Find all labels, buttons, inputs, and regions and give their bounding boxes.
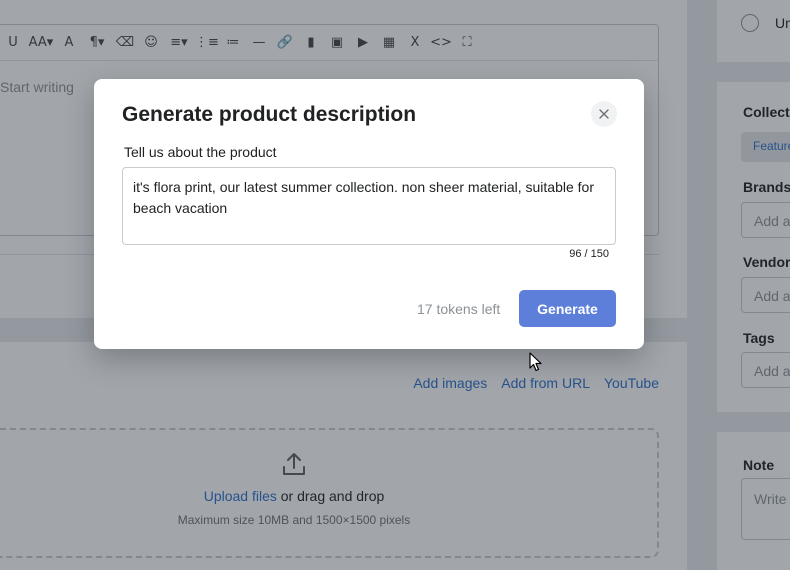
mouse-cursor-icon xyxy=(529,352,542,372)
product-info-textarea[interactable]: it's flora print, our latest summer coll… xyxy=(122,167,616,245)
close-icon xyxy=(599,109,609,119)
generate-description-modal: Generate product description Tell us abo… xyxy=(94,79,644,349)
close-button[interactable] xyxy=(591,101,617,127)
generate-button[interactable]: Generate xyxy=(519,290,616,327)
character-counter: 96 / 150 xyxy=(569,248,609,260)
tokens-left-text: 17 tokens left xyxy=(417,301,501,317)
product-info-label: Tell us about the product xyxy=(124,144,277,160)
modal-title: Generate product description xyxy=(122,103,417,126)
